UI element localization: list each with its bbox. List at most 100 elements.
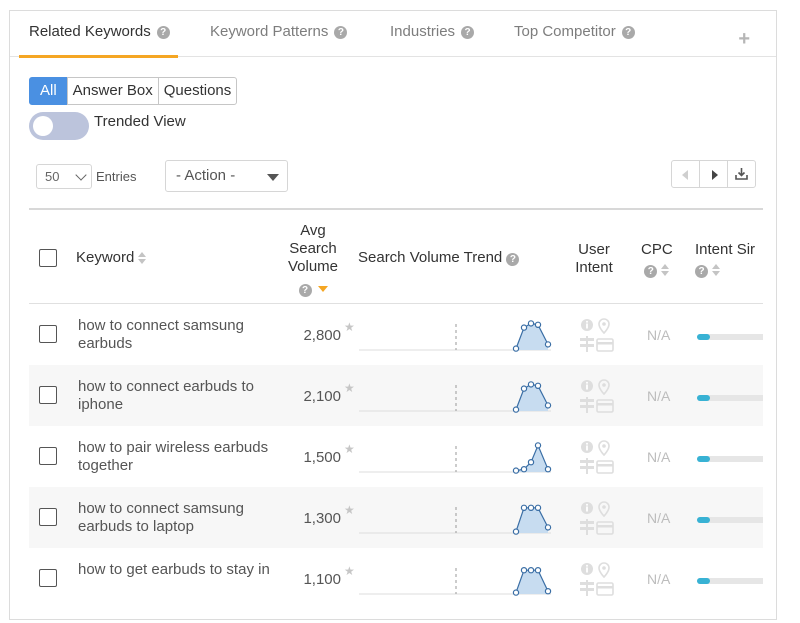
column-label-line: Avg [300,222,326,239]
column-label-line: User [578,241,610,258]
select-all-checkbox[interactable] [39,249,57,267]
column-label-line: Intent [575,259,613,276]
credit-card-icon [596,399,614,413]
column-search-volume-trend[interactable]: Search Volume Trend ? [358,249,520,267]
trend-point [544,524,552,531]
trend-point [520,567,528,574]
previous-page-button[interactable] [671,160,700,188]
row-checkbox[interactable] [39,386,57,404]
help-icon[interactable]: ? [695,265,708,278]
search-volume-cell: 2,100 [303,388,341,405]
column-cpc[interactable]: CPC ? [641,241,673,279]
tab-keyword-patterns[interactable]: Keyword Patterns ? [210,23,348,57]
table-row[interactable]: how to connect earbuds to iphone 2,100 ★ [29,365,763,426]
tab-related-keywords[interactable]: Related Keywords ? [19,23,178,58]
filter-all-button[interactable]: All [29,77,68,105]
trend-point [534,567,542,574]
help-icon[interactable]: ? [506,253,520,266]
trend-point [544,588,552,595]
star-icon[interactable]: ★ [344,503,355,517]
user-intent-icons [580,318,614,352]
trend-point [527,320,535,327]
next-page-button[interactable] [699,160,728,188]
help-icon[interactable]: ? [334,26,348,39]
tab-top-competitor[interactable]: Top Competitor ? [514,23,635,57]
column-keyword[interactable]: Keyword [76,249,147,267]
star-icon[interactable]: ★ [344,564,355,578]
column-intent-similarity[interactable]: Intent Sir ? [695,241,755,279]
star-icon[interactable]: ★ [344,381,355,395]
trend-point [544,466,552,473]
pagination-controls [671,160,756,188]
action-select[interactable]: - Action - [165,160,288,192]
column-label-line: Volume [287,258,339,275]
trend-point [544,402,552,409]
help-icon[interactable]: ? [461,26,475,39]
tab-label: Related Keywords [29,23,151,40]
download-icon [735,168,748,180]
info-icon [581,380,593,392]
keyword-filter-group: All Answer Box Questions [29,77,238,105]
help-icon[interactable]: ? [298,284,312,297]
trend-point [527,459,535,466]
table-row[interactable]: how to connect samsung earbuds to laptop… [29,487,763,548]
keyword-cell[interactable]: how to connect samsung earbuds [78,317,278,353]
column-user-intent[interactable]: User Intent [569,241,619,277]
column-cpc-label: CPC [641,241,673,258]
row-checkbox[interactable] [39,325,57,343]
row-checkbox[interactable] [39,508,57,526]
toggle-knob [33,116,53,136]
cpc-cell: N/A [647,510,671,526]
trend-point [527,567,535,574]
intent-similarity-fill [697,334,710,340]
location-pin-icon [598,440,610,457]
trend-point [520,504,528,512]
column-avg-search-volume[interactable]: Avg Search Volume ? [281,222,345,298]
search-volume-cell: 1,500 [303,449,341,466]
signpost-icon [580,397,594,413]
keyword-cell[interactable]: how to pair wireless earbuds together [78,439,278,475]
signpost-icon [580,580,594,596]
intent-similarity-fill [697,395,710,401]
trend-point [520,385,528,392]
tab-bar: Related Keywords ? Keyword Patterns ? In… [10,11,776,58]
user-intent-icons [580,379,614,413]
help-icon[interactable]: ? [621,26,635,39]
trend-point [512,467,520,474]
download-button[interactable] [727,160,756,188]
sort-descending-icon [317,286,328,293]
add-tab-icon[interactable]: + [738,29,750,49]
info-icon [581,441,593,453]
help-icon[interactable]: ? [156,26,170,39]
row-checkbox[interactable] [39,447,57,465]
signpost-icon [580,336,594,352]
trend-point [512,528,520,535]
sort-icon [712,264,720,277]
cpc-cell: N/A [647,388,671,404]
column-keyword-label: Keyword [76,249,135,266]
trend-point [534,382,542,390]
location-pin-icon [598,318,610,335]
table-row[interactable]: how to get earbuds to stay in 1,100 ★ N/… [29,548,763,609]
keyword-cell[interactable]: how to get earbuds to stay in [78,561,278,579]
trend-point [534,442,542,449]
help-icon[interactable]: ? [644,265,658,278]
star-icon[interactable]: ★ [344,442,355,456]
row-checkbox[interactable] [39,569,57,587]
intent-similarity-bar [697,456,763,462]
search-volume-trend-chart [359,442,552,474]
keyword-cell[interactable]: how to connect samsung earbuds to laptop [78,500,278,536]
table-row[interactable]: how to connect samsung earbuds 2,800 ★ N… [29,304,763,365]
filter-answer-box-button[interactable]: Answer Box [66,77,159,105]
keyword-cell[interactable]: how to connect earbuds to iphone [78,378,278,414]
intent-similarity-fill [697,578,710,584]
location-pin-icon [598,379,610,396]
trended-view-toggle[interactable] [29,112,89,140]
tab-industries[interactable]: Industries ? [390,23,475,57]
entries-select[interactable]: 50 [36,164,92,189]
star-icon[interactable]: ★ [344,320,355,334]
table-row[interactable]: how to pair wireless earbuds together 1,… [29,426,763,487]
credit-card-icon [596,460,614,474]
trended-view-label: Trended View [94,113,186,130]
filter-questions-button[interactable]: Questions [157,77,238,105]
